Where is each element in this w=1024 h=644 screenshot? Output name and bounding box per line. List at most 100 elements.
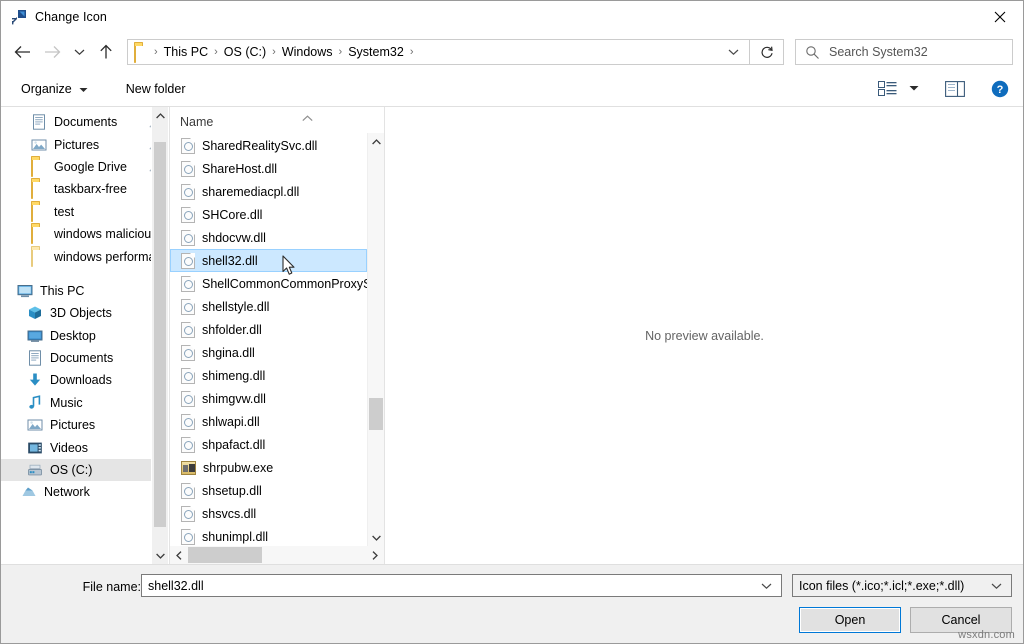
file-row[interactable]: shrpubw.exe bbox=[170, 456, 367, 479]
sidebar-label: Downloads bbox=[50, 373, 112, 387]
sidebar-scrollbar[interactable] bbox=[151, 107, 168, 564]
sidebar-item-google-drive[interactable]: Google Drive bbox=[1, 156, 168, 178]
file-type-filter-select[interactable]: Icon files (*.ico;*.icl;*.exe;*.dll) bbox=[792, 574, 1012, 597]
caret-down-icon bbox=[79, 82, 88, 96]
breadcrumb-windows[interactable]: Windows bbox=[277, 45, 338, 59]
close-button[interactable] bbox=[977, 1, 1023, 32]
file-row[interactable]: shimeng.dll bbox=[170, 364, 367, 387]
file-name-dropdown-button[interactable] bbox=[761, 582, 779, 590]
file-scroll-down-button[interactable] bbox=[368, 529, 384, 546]
folder-icon bbox=[31, 181, 47, 197]
sidebar-item-videos[interactable]: Videos bbox=[1, 436, 168, 458]
organize-button[interactable]: Organize bbox=[15, 76, 94, 102]
file-row[interactable]: shgina.dll bbox=[170, 341, 367, 364]
file-row[interactable]: shsvcs.dll bbox=[170, 502, 367, 525]
view-dropdown-button[interactable] bbox=[903, 76, 925, 102]
file-row[interactable]: shfolder.dll bbox=[170, 318, 367, 341]
chevron-down-icon bbox=[761, 582, 772, 590]
breadcrumb-system32[interactable]: System32 bbox=[343, 45, 409, 59]
documents-icon bbox=[27, 350, 43, 366]
sidebar-item-documents[interactable]: Documents bbox=[1, 347, 168, 369]
dll-file-icon bbox=[181, 391, 195, 407]
file-name-label: File name: bbox=[83, 580, 141, 594]
dll-file-icon bbox=[181, 414, 195, 430]
view-options-button[interactable] bbox=[872, 76, 903, 102]
downloads-icon bbox=[27, 372, 43, 388]
file-scroll-up-button[interactable] bbox=[368, 133, 384, 150]
file-row[interactable]: shpafact.dll bbox=[170, 433, 367, 456]
sidebar-label: Music bbox=[50, 396, 83, 410]
sidebar-scroll-up-button[interactable] bbox=[152, 107, 168, 124]
file-name-input[interactable]: shell32.dll bbox=[141, 574, 782, 597]
hscroll-thumb[interactable] bbox=[188, 547, 262, 563]
file-row[interactable]: shdocvw.dll bbox=[170, 226, 367, 249]
file-name: shunimpl.dll bbox=[202, 530, 268, 544]
documents-icon bbox=[31, 114, 47, 130]
breadcrumb-separator: › bbox=[409, 46, 415, 58]
column-header-label: Name bbox=[180, 115, 213, 129]
address-dropdown-button[interactable] bbox=[720, 48, 747, 56]
forward-button[interactable] bbox=[37, 37, 67, 67]
sidebar-item-windows-malicious[interactable]: windows malicious bbox=[1, 223, 168, 245]
file-name: shrpubw.exe bbox=[203, 461, 273, 475]
file-name: shimeng.dll bbox=[202, 369, 265, 383]
scroll-up-icon bbox=[372, 139, 381, 145]
breadcrumb-this-pc[interactable]: This PC bbox=[159, 45, 213, 59]
file-row[interactable]: ShareHost.dll bbox=[170, 157, 367, 180]
hscroll-track[interactable] bbox=[188, 546, 366, 564]
drive-icon bbox=[27, 462, 43, 478]
sidebar-item-network[interactable]: Network bbox=[1, 481, 168, 503]
sidebar-item-documents-quick[interactable]: Documents bbox=[1, 111, 168, 133]
file-row[interactable]: sharemediacpl.dll bbox=[170, 180, 367, 203]
sidebar-item-test[interactable]: test bbox=[1, 201, 168, 223]
sidebar-item-taskbarx-free[interactable]: taskbarx-free bbox=[1, 178, 168, 200]
sidebar-item-pictures[interactable]: Pictures bbox=[1, 414, 168, 436]
preview-pane-button[interactable] bbox=[939, 76, 971, 102]
file-row[interactable]: shimgvw.dll bbox=[170, 387, 367, 410]
file-row[interactable]: shsetup.dll bbox=[170, 479, 367, 502]
file-scroll-left-button[interactable] bbox=[170, 546, 188, 564]
scroll-up-icon bbox=[156, 113, 165, 119]
sidebar-item-pictures-quick[interactable]: Pictures bbox=[1, 133, 168, 155]
open-button[interactable]: Open bbox=[799, 607, 901, 633]
file-row[interactable]: SharedRealitySvc.dll bbox=[170, 134, 367, 157]
file-row[interactable]: SHCore.dll bbox=[170, 203, 367, 226]
title-bar: Change Icon bbox=[1, 1, 1023, 33]
sidebar-item-desktop[interactable]: Desktop bbox=[1, 325, 168, 347]
file-row[interactable]: shlwapi.dll bbox=[170, 410, 367, 433]
sidebar-item-music[interactable]: Music bbox=[1, 392, 168, 414]
sidebar-scroll-down-button[interactable] bbox=[152, 547, 168, 564]
sidebar-scroll-thumb[interactable] bbox=[154, 142, 166, 527]
sidebar-item-downloads[interactable]: Downloads bbox=[1, 369, 168, 391]
file-list-scrollbar[interactable] bbox=[367, 133, 384, 546]
address-bar[interactable]: › This PC › OS (C:) › Windows › System32… bbox=[127, 39, 750, 65]
filter-dropdown-button[interactable] bbox=[991, 582, 1009, 590]
file-row[interactable]: ShellCommonCommonProxyStub.dll bbox=[170, 272, 367, 295]
sidebar-item-os-c[interactable]: OS (C:) bbox=[1, 459, 168, 481]
sidebar-label: Network bbox=[44, 485, 90, 499]
file-list[interactable]: SharedRealitySvc.dll ShareHost.dll share… bbox=[170, 133, 384, 564]
file-row[interactable]: shellstyle.dll bbox=[170, 295, 367, 318]
up-arrow-icon bbox=[99, 44, 113, 60]
new-folder-button[interactable]: New folder bbox=[120, 76, 192, 102]
file-name: shimgvw.dll bbox=[202, 392, 266, 406]
refresh-button[interactable] bbox=[750, 39, 784, 65]
network-icon bbox=[21, 484, 37, 500]
help-button[interactable]: ? bbox=[985, 76, 1015, 102]
file-type-filter-value: Icon files (*.ico;*.icl;*.exe;*.dll) bbox=[799, 579, 964, 593]
file-list-hscrollbar[interactable] bbox=[170, 546, 384, 564]
file-scroll-thumb[interactable] bbox=[369, 398, 383, 430]
sidebar-item-windows-performance[interactable]: windows performance bbox=[1, 245, 168, 267]
sidebar-item-this-pc[interactable]: This PC bbox=[1, 280, 168, 302]
sidebar-item-3d-objects[interactable]: 3D Objects bbox=[1, 302, 168, 324]
column-header-name[interactable]: Name bbox=[170, 107, 384, 133]
file-row[interactable]: shunimpl.dll bbox=[170, 525, 367, 548]
search-input[interactable]: Search System32 bbox=[795, 39, 1013, 65]
file-row-selected[interactable]: shell32.dll bbox=[170, 249, 367, 272]
file-scroll-right-button[interactable] bbox=[366, 546, 384, 564]
breadcrumb-os-c[interactable]: OS (C:) bbox=[219, 45, 271, 59]
recent-locations-button[interactable] bbox=[67, 37, 91, 67]
up-button[interactable] bbox=[91, 37, 121, 67]
preview-message: No preview available. bbox=[645, 329, 764, 343]
back-button[interactable] bbox=[7, 37, 37, 67]
